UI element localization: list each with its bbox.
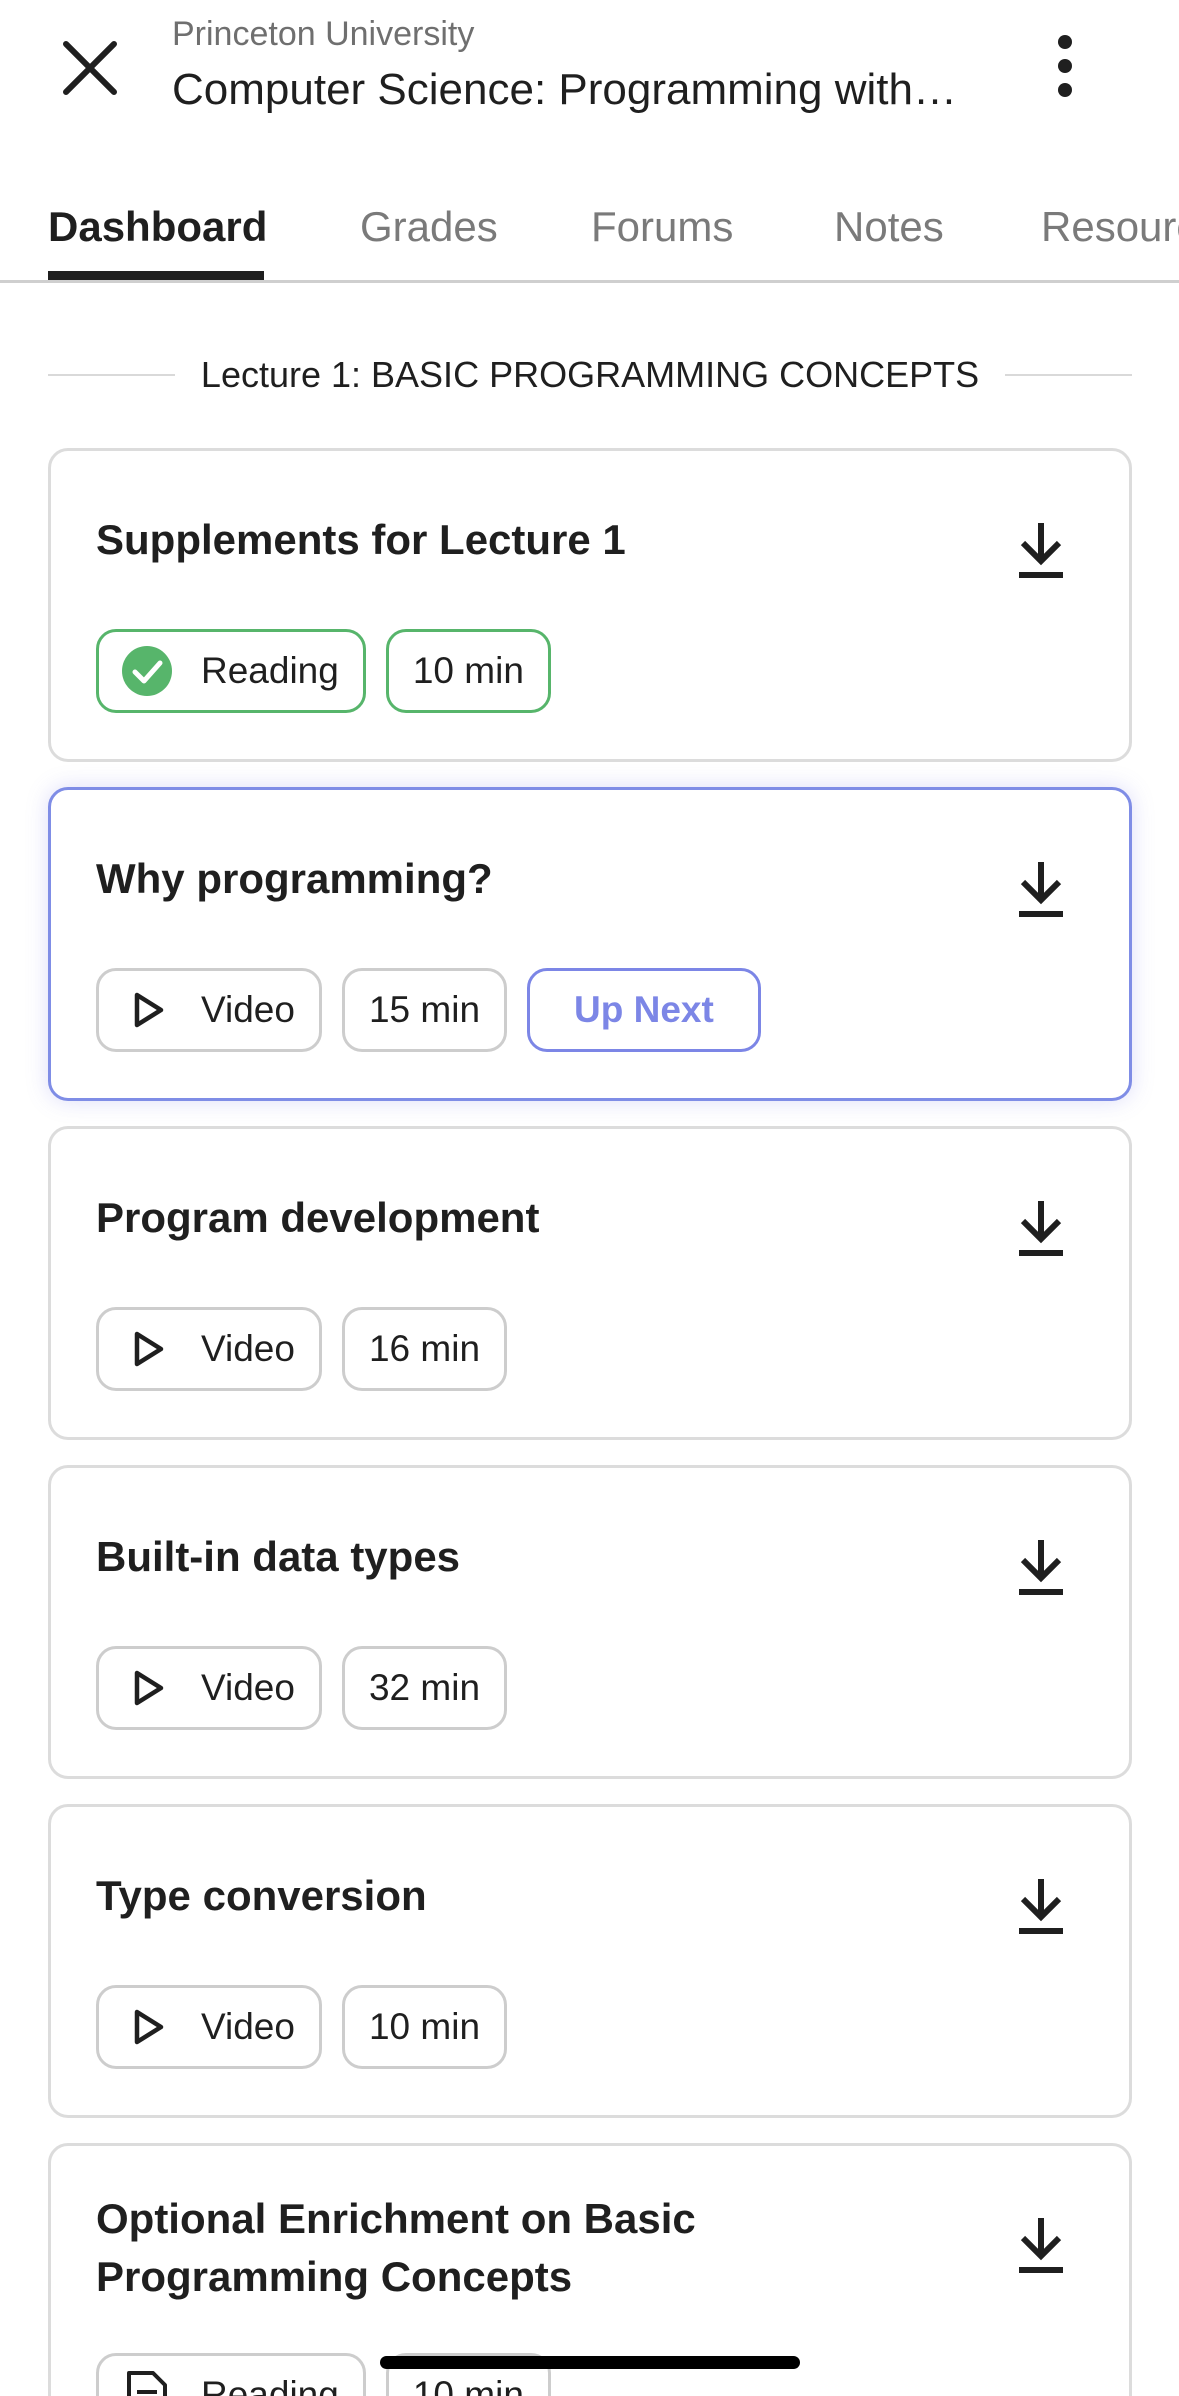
download-icon: [1019, 1540, 1063, 1595]
tab-forums[interactable]: Forums: [591, 170, 733, 280]
course-item-card[interactable]: Why programming? Video 15 min Up Next: [48, 787, 1132, 1101]
course-title: Computer Science: Programming with a Pur…: [172, 65, 962, 114]
item-title: Program development: [96, 1194, 540, 1241]
item-title: Optional Enrichment on Basic Programming…: [96, 2195, 696, 2300]
close-button[interactable]: [50, 28, 130, 108]
type-label: Reading: [201, 2374, 339, 2396]
type-tag: Video: [96, 1646, 322, 1730]
download-icon: [1019, 523, 1063, 578]
item-tags: Video 10 min: [96, 1985, 508, 2069]
tab-grades[interactable]: Grades: [360, 170, 498, 280]
document-icon: [119, 2367, 175, 2396]
download-icon: [1019, 2218, 1063, 2273]
download-button[interactable]: [1011, 1536, 1071, 1600]
type-tag: Video: [96, 1985, 322, 2069]
course-item-card[interactable]: Built-in data types Video 32 min: [48, 1465, 1132, 1779]
type-tag: Reading: [96, 629, 366, 713]
item-title: Supplements for Lecture 1: [96, 516, 626, 563]
download-button[interactable]: [1011, 1197, 1071, 1261]
active-tab-indicator: [48, 271, 264, 280]
header-text: Princeton University Computer Science: P…: [172, 12, 972, 124]
item-tags: Video 32 min: [96, 1646, 508, 1730]
play-icon: [119, 1999, 175, 2055]
type-tag: Video: [96, 1307, 322, 1391]
download-icon: [1019, 1879, 1063, 1934]
up-next-badge: Up Next: [527, 968, 761, 1052]
duration-tag: 16 min: [341, 1307, 508, 1391]
duration-tag: 32 min: [341, 1646, 508, 1730]
download-button[interactable]: [1011, 2214, 1071, 2278]
section-header: Lecture 1: BASIC PROGRAMMING CONCEPTS: [48, 340, 1133, 410]
type-label: Video: [201, 1328, 295, 1369]
item-title: Type conversion: [96, 1872, 427, 1919]
download-icon: [1019, 1201, 1063, 1256]
item-title: Built-in data types: [96, 1533, 461, 1580]
more-vertical-icon: [1058, 35, 1072, 97]
course-item-card[interactable]: Program development Video 16 min: [48, 1126, 1132, 1440]
tab-notes[interactable]: Notes: [834, 170, 944, 280]
type-tag: Reading: [96, 2353, 366, 2396]
type-label: Video: [201, 2006, 295, 2047]
more-options-button[interactable]: [1040, 30, 1090, 102]
download-button[interactable]: [1011, 519, 1071, 583]
course-item-card[interactable]: Type conversion Video 10 min: [48, 1804, 1132, 2118]
item-tags: Video 16 min: [96, 1307, 508, 1391]
duration-tag: 15 min: [341, 968, 508, 1052]
type-label: Video: [201, 989, 295, 1030]
type-label: Reading: [201, 650, 339, 691]
play-icon: [119, 1321, 175, 1377]
download-icon: [1019, 862, 1063, 917]
item-title: Why programming?: [96, 855, 493, 902]
type-tag: Video: [96, 968, 322, 1052]
play-icon: [119, 982, 175, 1038]
duration-tag: 10 min: [341, 1985, 508, 2069]
check-circle-icon: [119, 643, 175, 699]
item-tags: Reading 10 min: [96, 629, 551, 713]
home-indicator[interactable]: [380, 2356, 800, 2369]
tab-dashboard[interactable]: Dashboard: [48, 170, 267, 280]
download-button[interactable]: [1011, 1875, 1071, 1939]
download-button[interactable]: [1011, 858, 1071, 922]
organization-name: Princeton University: [172, 15, 475, 53]
close-icon: [63, 41, 117, 95]
duration-tag: 10 min: [385, 629, 551, 713]
type-label: Video: [201, 1667, 295, 1708]
course-item-card[interactable]: Supplements for Lecture 1 Reading 10 min: [48, 448, 1132, 762]
play-icon: [119, 1660, 175, 1716]
tab-bar: Dashboard Grades Forums Notes Resources: [0, 170, 1179, 283]
tab-resources[interactable]: Resources: [1041, 170, 1179, 280]
divider: [48, 374, 175, 376]
divider: [1005, 374, 1133, 376]
section-title: Lecture 1: BASIC PROGRAMMING CONCEPTS: [200, 354, 980, 395]
item-tags: Video 15 min Up Next: [96, 968, 761, 1052]
